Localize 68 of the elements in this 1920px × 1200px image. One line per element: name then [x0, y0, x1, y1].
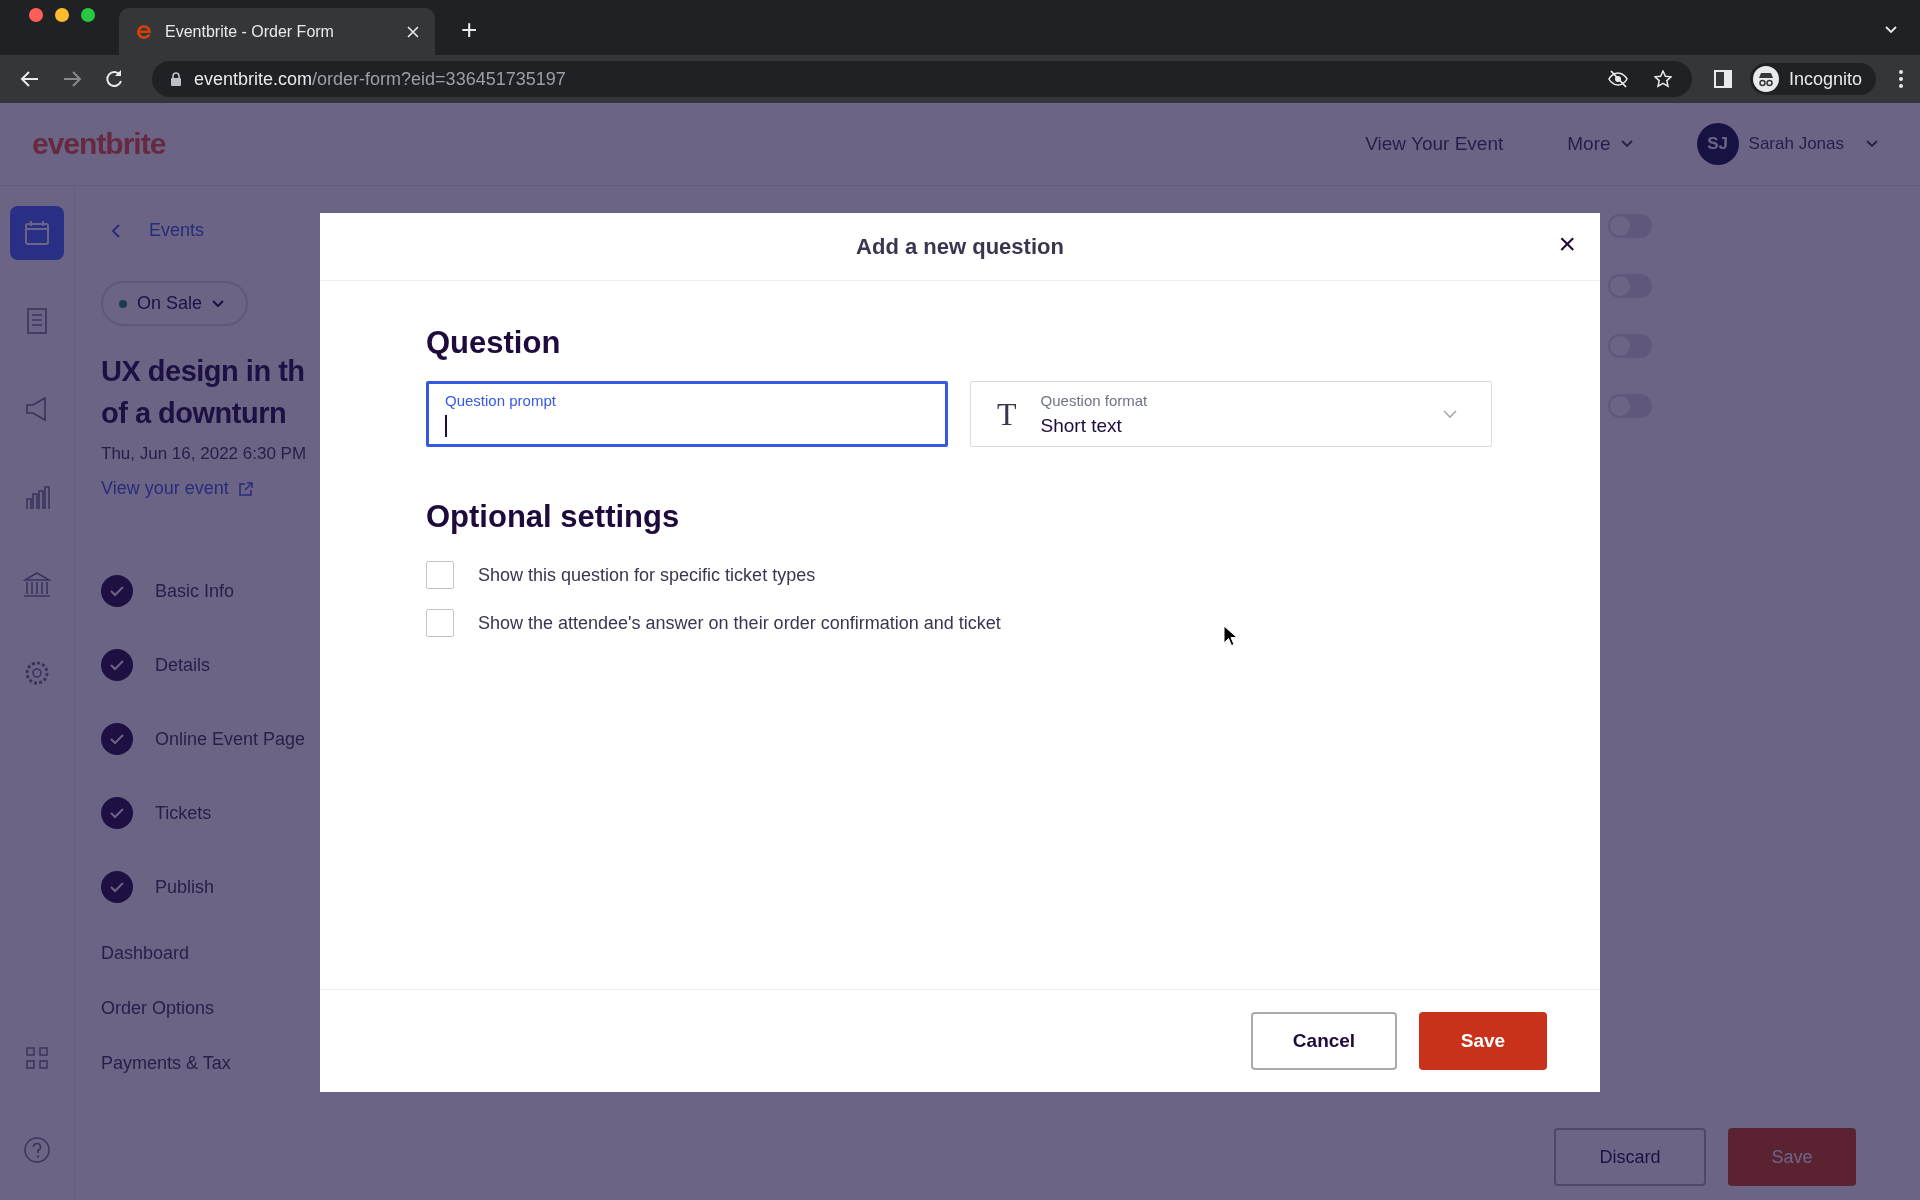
back-link[interactable]: Events: [101, 220, 205, 241]
event-title: UX design in th: [101, 354, 305, 389]
step-item[interactable]: Basic Info: [101, 575, 306, 607]
field-label: Question format: [1040, 391, 1148, 409]
eventbrite-icon: [135, 22, 153, 41]
step-item[interactable]: Online Event Page: [101, 723, 306, 755]
modal-title: Add a new question: [856, 233, 1064, 260]
window-control-icon[interactable]: [29, 7, 43, 22]
chevron-down-icon: [212, 299, 225, 308]
chevron-down-icon[interactable]: [1884, 25, 1898, 35]
external-link-icon: [238, 481, 253, 496]
header-link[interactable]: View Your Event: [1365, 133, 1504, 155]
question-format-dropdown[interactable]: T Question format Short text: [970, 381, 1492, 447]
close-icon[interactable]: [407, 25, 419, 38]
chevron-down-icon: [1620, 140, 1633, 148]
browser-tab[interactable]: Eventbrite - Order Form: [119, 8, 435, 55]
apps-grid-icon[interactable]: [25, 1046, 49, 1070]
section-heading: Optional settings: [426, 499, 681, 535]
status-dot-icon: [119, 299, 127, 308]
section-heading: Question: [426, 325, 562, 361]
url-text: eventbrite.com/order-form?eid=336451735197: [194, 68, 566, 90]
help-icon[interactable]: [23, 1136, 51, 1164]
chevron-down-icon: [1443, 409, 1457, 419]
nav-link[interactable]: Payments & Tax: [101, 1053, 231, 1074]
save-button[interactable]: Save: [1419, 1012, 1547, 1070]
eye-off-icon[interactable]: [1607, 70, 1628, 88]
forward-icon[interactable]: [62, 70, 82, 88]
close-button[interactable]: ×: [1558, 229, 1576, 259]
question-prompt-field[interactable]: Question prompt: [426, 381, 948, 447]
eventbrite-logo[interactable]: eventbrite: [32, 127, 166, 161]
field-value: Short text: [1040, 414, 1123, 437]
step-item[interactable]: Publish: [101, 871, 306, 903]
event-date: Thu, Jun 16, 2022 6:30 PM: [101, 444, 307, 464]
step-item[interactable]: Details: [101, 649, 306, 681]
more-options-icon[interactable]: [1898, 69, 1904, 89]
header-link[interactable]: More: [1567, 133, 1633, 155]
tab-title: Eventbrite - Order Form: [165, 22, 335, 41]
window-control-icon[interactable]: [55, 7, 69, 22]
lock-icon: [170, 72, 182, 86]
text-format-icon: T: [997, 395, 1017, 433]
status-dropdown[interactable]: On Sale: [101, 281, 249, 326]
save-button[interactable]: Save: [1728, 1128, 1856, 1186]
cancel-button[interactable]: Cancel: [1251, 1012, 1397, 1070]
star-icon[interactable]: [1653, 70, 1672, 88]
address-bar[interactable]: eventbrite.com/order-form?eid=336451735197: [152, 61, 1692, 97]
checkbox-label[interactable]: Show the attendee's answer on their order confirmation and ticket: [478, 612, 1001, 634]
checkbox[interactable]: [426, 561, 454, 589]
user-menu[interactable]: SJ Sarah Jonas: [1696, 123, 1878, 165]
side-panel-icon[interactable]: [1713, 70, 1732, 88]
back-icon[interactable]: [20, 70, 40, 88]
sidebar-nav-button[interactable]: [10, 206, 64, 260]
incognito-icon: [1752, 66, 1779, 92]
step-item[interactable]: Tickets: [101, 797, 306, 829]
view-event-link[interactable]: View your event: [101, 478, 253, 499]
nav-link[interactable]: Order Options: [101, 998, 215, 1019]
discard-button[interactable]: Discard: [1554, 1128, 1706, 1186]
nav-link[interactable]: Dashboard: [101, 943, 190, 964]
event-title: of a downturn: [101, 396, 287, 431]
chevron-left-icon: [111, 223, 121, 238]
checkbox[interactable]: [426, 609, 454, 637]
checkbox-label[interactable]: Show this question for specific ticket types: [478, 564, 816, 586]
new-tab-button[interactable]: +: [461, 15, 478, 45]
window-control-icon[interactable]: [81, 7, 95, 22]
user-avatar: SJ: [1696, 123, 1739, 165]
profile-button[interactable]: Incognito: [1749, 63, 1876, 95]
reload-icon[interactable]: [104, 69, 124, 89]
chevron-down-icon: [1866, 140, 1878, 148]
mouse-cursor-icon: [1223, 625, 1237, 647]
